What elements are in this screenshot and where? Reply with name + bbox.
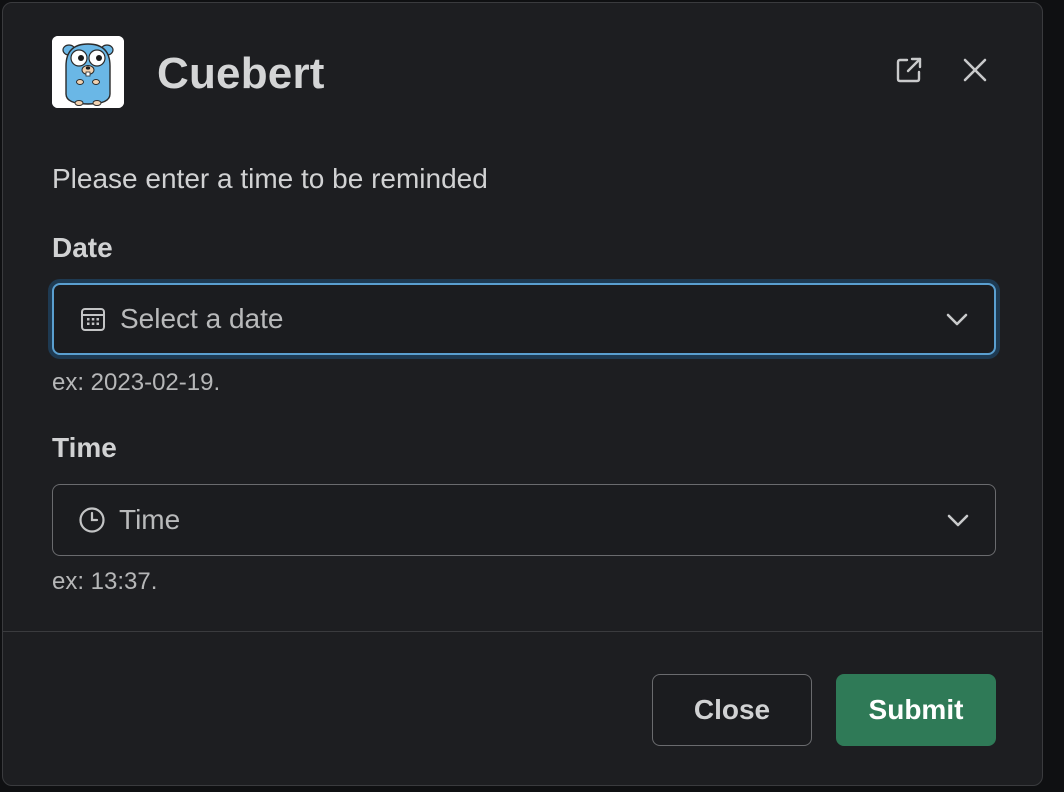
time-hint: ex: 13:37. xyxy=(52,568,158,595)
open-in-new-window-button[interactable] xyxy=(887,50,931,94)
date-label: Date xyxy=(52,232,113,263)
open-in-new-window-icon xyxy=(893,54,925,91)
gopher-mascot-icon xyxy=(52,36,124,108)
clock-icon xyxy=(77,505,107,535)
date-placeholder: Select a date xyxy=(120,303,284,334)
close-modal-button[interactable] xyxy=(953,50,997,94)
close-button[interactable]: Close xyxy=(652,674,812,746)
chevron-down-icon xyxy=(943,505,973,535)
reminder-modal: Cuebert Please enter a time to be remind… xyxy=(2,2,1043,786)
submit-button[interactable]: Submit xyxy=(836,674,996,746)
time-picker[interactable]: Time xyxy=(52,484,996,556)
calendar-icon xyxy=(78,304,108,334)
form-prompt: Please enter a time to be reminded xyxy=(52,163,488,194)
footer-divider xyxy=(3,631,1042,632)
date-picker[interactable]: Select a date xyxy=(52,283,996,355)
modal-title: Cuebert xyxy=(157,49,325,98)
date-hint: ex: 2023-02-19. xyxy=(52,369,221,396)
time-placeholder: Time xyxy=(119,504,181,535)
chevron-down-icon xyxy=(942,304,972,334)
close-icon xyxy=(961,56,989,89)
time-label: Time xyxy=(52,432,117,463)
